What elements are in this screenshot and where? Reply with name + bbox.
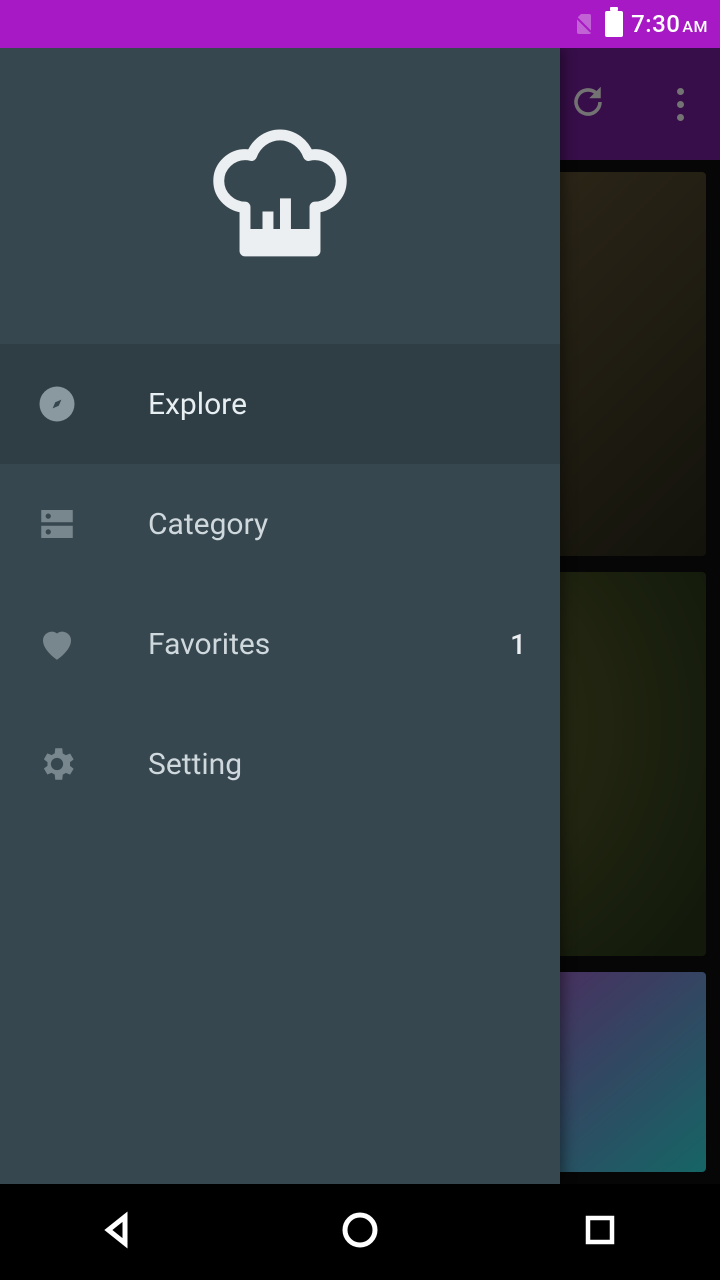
- chef-hat-icon: [210, 124, 350, 268]
- nav-item-category[interactable]: Category: [0, 464, 560, 584]
- screen-root: 7:30AM: [0, 0, 720, 1280]
- nav-item-explore[interactable]: Explore: [0, 344, 560, 464]
- compass-icon: [36, 383, 78, 425]
- heart-icon: [36, 623, 78, 665]
- gear-icon: [36, 743, 78, 785]
- drawer-header: [0, 48, 560, 344]
- square-icon: [582, 1212, 618, 1252]
- circle-icon: [340, 1210, 380, 1254]
- back-icon: [100, 1210, 140, 1254]
- recents-button[interactable]: [540, 1202, 660, 1262]
- nav-item-label: Setting: [148, 747, 456, 782]
- nav-item-label: Explore: [148, 387, 456, 422]
- nav-item-label: Favorites: [148, 627, 440, 662]
- nav-item-label: Category: [148, 507, 456, 542]
- back-button[interactable]: [60, 1202, 180, 1262]
- navigation-drawer: Explore Category Favorites 1 Setting: [0, 48, 560, 1184]
- nav-item-setting[interactable]: Setting: [0, 704, 560, 824]
- no-sim-icon: [569, 12, 597, 36]
- nav-item-badge: 1: [510, 628, 532, 661]
- home-button[interactable]: [300, 1202, 420, 1262]
- status-time: 7:30AM: [631, 10, 708, 38]
- nav-item-favorites[interactable]: Favorites 1: [0, 584, 560, 704]
- status-bar: 7:30AM: [0, 0, 720, 48]
- android-nav-bar: [0, 1184, 720, 1280]
- server-icon: [36, 503, 78, 545]
- battery-icon: [605, 11, 623, 37]
